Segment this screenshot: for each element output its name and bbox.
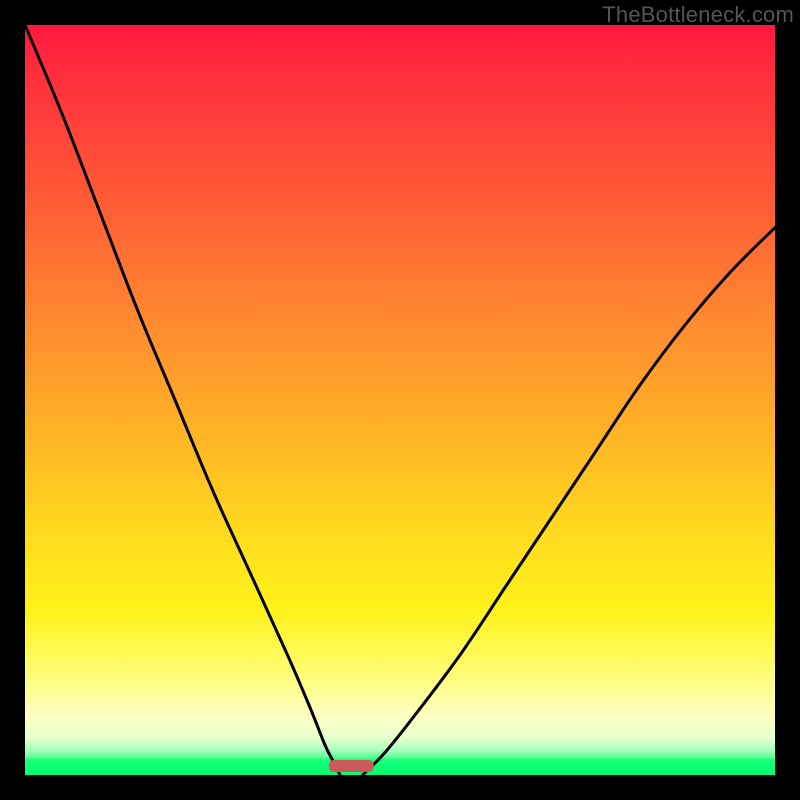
chart-frame: TheBottleneck.com bbox=[0, 0, 800, 800]
curve-svg bbox=[25, 25, 775, 775]
plot-area bbox=[25, 25, 775, 775]
min-marker bbox=[329, 760, 374, 772]
bottleneck-curve-left bbox=[25, 25, 340, 775]
watermark-text: TheBottleneck.com bbox=[602, 2, 794, 28]
bottleneck-curve-right bbox=[363, 228, 776, 776]
